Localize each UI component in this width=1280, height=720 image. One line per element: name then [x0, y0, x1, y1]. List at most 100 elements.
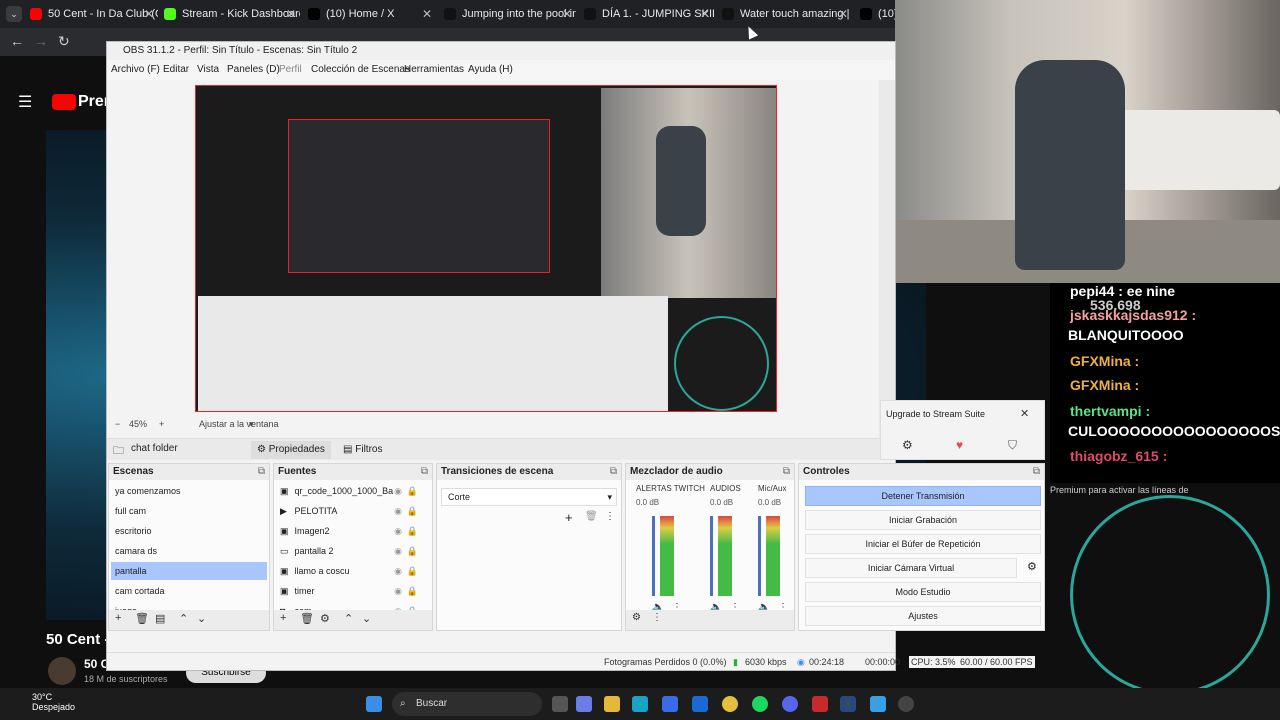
virtual-camera-button[interactable]: Iniciar Cámara Virtual [805, 558, 1017, 578]
lock-icon[interactable]: 🔒 [407, 482, 418, 500]
trash-icon[interactable]: 🗑 [135, 612, 149, 625]
browser-tab[interactable]: 50 Cent - In Da Club (Offi✕ [26, 4, 158, 24]
close-icon[interactable]: ✕ [838, 4, 848, 24]
close-icon[interactable]: ✕ [422, 4, 432, 24]
task-view-icon[interactable] [552, 696, 568, 712]
channel-avatar[interactable] [48, 657, 76, 685]
upgrade-button[interactable]: Upgrade to Stream Suite [886, 405, 1036, 423]
transition-select[interactable]: Corte ▾ [441, 488, 617, 506]
lock-icon[interactable]: 🔒 [407, 542, 418, 560]
copilot-icon[interactable] [576, 696, 592, 712]
scene-item[interactable]: cam cortada [111, 582, 267, 600]
reload-icon[interactable]: ↻ [58, 33, 70, 50]
scene-item[interactable]: ya comenzamos [111, 482, 267, 500]
tab-search-button[interactable]: ⌄ [6, 6, 22, 22]
close-icon[interactable]: ✕ [286, 4, 296, 24]
chrome-icon[interactable] [722, 696, 738, 712]
visibility-icon[interactable]: ◉ [394, 562, 402, 580]
edge-icon[interactable] [632, 696, 648, 712]
lock-icon[interactable]: 🔒 [407, 582, 418, 600]
menu-ayuda[interactable]: Ayuda (H) [468, 64, 513, 75]
down-icon[interactable]: ⌄ [362, 612, 371, 625]
menu-icon[interactable]: ☰ [18, 92, 32, 112]
stop-stream-button[interactable]: Detener Transmisión [805, 486, 1041, 506]
store-icon[interactable] [662, 696, 678, 712]
back-icon[interactable]: ← [10, 33, 24, 49]
fit-window-label[interactable]: Ajustar a la ventana [199, 419, 279, 429]
source-item[interactable]: ▭ pantalla 2 ◉ 🔒 [276, 542, 422, 560]
outlook-icon[interactable] [692, 696, 708, 712]
more-icon[interactable]: ⋮ [652, 612, 662, 623]
browser-tab[interactable]: (10) [856, 4, 896, 24]
visibility-icon[interactable]: ◉ [394, 502, 402, 520]
heart-icon[interactable]: ♥ [956, 438, 963, 452]
start-recording-button[interactable]: Iniciar Grabación [805, 510, 1041, 530]
browser-tab[interactable]: (10) Home / X ✕ [304, 4, 436, 24]
visibility-icon[interactable]: ◉ [394, 522, 402, 540]
discord-icon[interactable] [782, 696, 798, 712]
browser-tab[interactable]: DÍA 1. - JUMPING SKILLS✕ [580, 4, 714, 24]
close-icon[interactable]: ✕ [700, 4, 710, 24]
obs-icon[interactable] [898, 696, 914, 712]
scene-item[interactable]: escritorio [111, 522, 267, 540]
filter-icon[interactable]: ▤ [155, 612, 165, 625]
lock-icon[interactable]: 🔒 [407, 562, 418, 580]
menu-vista[interactable]: Vista [197, 64, 219, 75]
app-icon[interactable] [812, 696, 828, 712]
menu-herramientas[interactable]: Herramientas [404, 64, 464, 75]
spotify-icon[interactable] [752, 696, 768, 712]
trash-icon[interactable]: 🗑 [585, 511, 598, 522]
replay-buffer-button[interactable]: Iniciar el Búfer de Repetición [805, 534, 1041, 554]
taskbar-search[interactable]: ⌕ Buscar [392, 692, 542, 716]
close-icon[interactable]: ✕ [144, 4, 154, 24]
weather-widget[interactable]: 30°C Despejado [14, 692, 75, 712]
menu-paneles[interactable]: Paneles (D) [227, 64, 280, 75]
gear-icon[interactable]: ⚙ [1027, 560, 1037, 573]
browser-tab[interactable]: Water touch amazing | Ta ✕ [718, 4, 852, 24]
fit-dropdown-icon[interactable]: ▾ [249, 419, 254, 430]
forward-icon[interactable]: → [34, 33, 48, 49]
filters-button[interactable]: ▤ Filtros [337, 441, 388, 459]
menu-perfil[interactable]: Perfil [279, 64, 302, 75]
popout-icon[interactable]: ⧉ [1033, 464, 1040, 480]
close-icon[interactable]: ✕ [1020, 407, 1029, 420]
source-item[interactable]: ▣ qr_code_1000_1000_Ba ◉ 🔒 [276, 482, 422, 500]
studio-mode-button[interactable]: Modo Estudio [805, 582, 1041, 602]
scene-item[interactable]: pantalla [111, 562, 267, 580]
steam-icon[interactable] [840, 696, 856, 712]
popout-icon[interactable]: ⧉ [610, 464, 617, 480]
shield-icon[interactable]: ⛉ [1008, 438, 1017, 453]
settings-button[interactable]: Ajustes [805, 606, 1041, 626]
photos-icon[interactable] [870, 696, 886, 712]
volume-fader[interactable] [758, 516, 761, 596]
gear-icon[interactable]: ⚙ [902, 438, 913, 452]
menu-editar[interactable]: Editar [163, 64, 189, 75]
up-icon[interactable]: ⌃ [344, 612, 353, 625]
browser-tab[interactable]: Stream - Kick Dashboard ✕ [160, 4, 300, 24]
trash-icon[interactable]: 🗑 [300, 612, 314, 625]
visibility-icon[interactable]: ◉ [394, 482, 402, 500]
visibility-icon[interactable]: ◉ [394, 582, 402, 600]
volume-fader[interactable] [710, 516, 713, 596]
add-icon[interactable]: + [565, 510, 573, 525]
add-icon[interactable]: + [280, 612, 286, 624]
source-item[interactable]: ▣ Imagen2 ◉ 🔒 [276, 522, 422, 540]
popout-icon[interactable]: ⧉ [783, 464, 790, 480]
popout-icon[interactable]: ⧉ [258, 464, 265, 480]
scene-item[interactable]: camara ds [111, 542, 267, 560]
scene-item[interactable]: full cam [111, 502, 267, 520]
properties-button[interactable]: ⚙ Propiedades [251, 441, 331, 459]
zoom-out-icon[interactable]: − [115, 419, 120, 429]
lock-icon[interactable]: 🔒 [407, 522, 418, 540]
up-icon[interactable]: ⌃ [179, 612, 188, 625]
more-icon[interactable]: ⋮ [605, 511, 615, 522]
source-item[interactable]: ▣ llamo a coscu ◉ 🔒 [276, 562, 422, 580]
gear-icon[interactable]: ⚙ [632, 612, 641, 623]
source-item[interactable]: ▶ PELOTITA ◉ 🔒 [276, 502, 422, 520]
zoom-in-icon[interactable]: + [159, 419, 164, 429]
file-explorer-icon[interactable] [604, 696, 620, 712]
windows-start-icon[interactable] [366, 696, 382, 712]
source-item[interactable]: ▣ timer ◉ 🔒 [276, 582, 422, 600]
close-icon[interactable]: ✕ [562, 4, 572, 24]
menu-coleccion[interactable]: Colección de Escenas [311, 64, 410, 75]
